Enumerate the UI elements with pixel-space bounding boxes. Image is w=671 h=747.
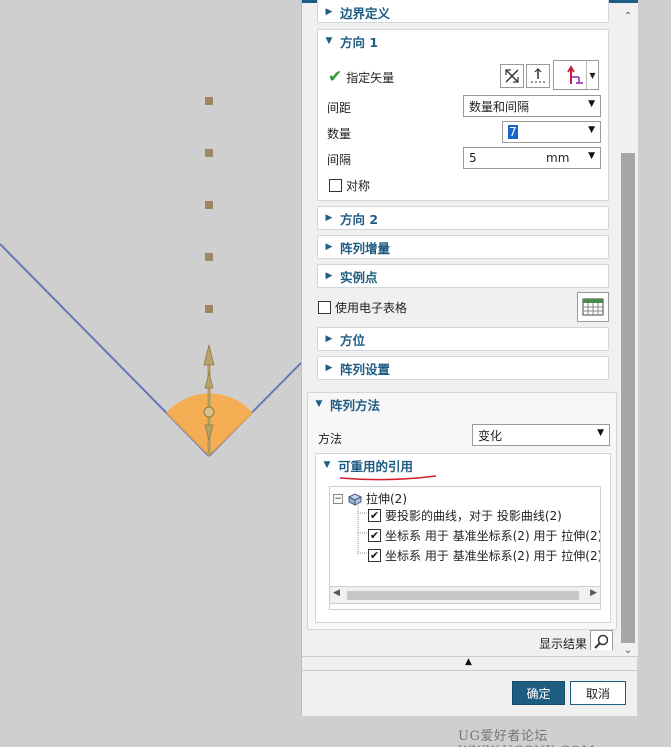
- group-title: 实例点: [340, 269, 378, 285]
- group-pattern-method: ▼ 阵列方法 方法 变化 ▼ ▼ 可重用的引用 − 拉伸(2) ✔ 要投影的曲线…: [307, 392, 617, 630]
- tree-item-label: 要投影的曲线，对于 投影曲线(2): [385, 509, 562, 523]
- vector-dialog-icon[interactable]: [526, 64, 550, 88]
- tree-item[interactable]: ✔ 坐标系 用于 基准坐标系(2) 用于 拉伸(2): [368, 547, 601, 564]
- check-mark-icon: ✔: [328, 67, 343, 87]
- ok-button[interactable]: 确定: [512, 681, 565, 705]
- chevron-down-icon: ▼: [588, 99, 595, 109]
- pattern-point-marker: [205, 253, 213, 261]
- tree-item-checkbox[interactable]: ✔: [368, 509, 381, 522]
- count-value: 7: [508, 125, 518, 139]
- pitch-unit: mm: [546, 151, 570, 165]
- caret-down-icon: ▼: [323, 460, 331, 470]
- tree-item[interactable]: ✔ 坐标系 用于 基准坐标系(2) 用于 拉伸(2): [368, 527, 601, 544]
- magnifier-icon[interactable]: [590, 630, 613, 650]
- spacing-select[interactable]: 数量和间隔 ▼: [463, 95, 601, 117]
- symmetric-row[interactable]: 对称: [329, 177, 370, 194]
- pitch-value: 5: [469, 151, 477, 165]
- tree-item-label: 坐标系 用于 基准坐标系(2) 用于 拉伸(2): [385, 549, 601, 563]
- specify-vector-label: 指定矢量: [346, 70, 395, 85]
- group-title: 阵列增量: [340, 240, 391, 256]
- group-instance-points[interactable]: ▶ 实例点: [317, 264, 609, 288]
- pattern-point-marker: [205, 201, 213, 209]
- group-title: 阵列方法: [330, 397, 381, 413]
- pitch-label: 间隔: [327, 153, 352, 167]
- group-pattern-increment[interactable]: ▶ 阵列增量: [317, 235, 609, 259]
- spacing-value: 数量和间隔: [469, 99, 530, 114]
- collapse-toggle-icon[interactable]: −: [333, 493, 343, 504]
- symmetric-checkbox[interactable]: [329, 179, 342, 192]
- tree-item-label: 坐标系 用于 基准坐标系(2) 用于 拉伸(2): [385, 529, 601, 543]
- red-underline-annotation: [339, 475, 437, 481]
- origin-handle[interactable]: [203, 406, 215, 418]
- chevron-down-icon: ▼: [597, 428, 604, 438]
- caret-right-icon: ▶: [325, 213, 333, 223]
- tree-item-checkbox[interactable]: ✔: [368, 529, 381, 542]
- tree-item-checkbox[interactable]: ✔: [368, 549, 381, 562]
- pattern-feature-dialog: ▶ 边界定义 ▼ 方向 1 ✔ 指定矢量 ▼ 间距 数量和间隔 ▼ 数量 7 ▼…: [301, 0, 638, 716]
- group-pattern-settings[interactable]: ▶ 阵列设置: [317, 356, 609, 380]
- use-spreadsheet-label: 使用电子表格: [335, 301, 408, 315]
- group-title: 方向 2: [340, 211, 379, 227]
- use-spreadsheet-checkbox[interactable]: [318, 301, 331, 314]
- group-title: 方向 1: [340, 34, 379, 50]
- group-header[interactable]: ▼ 阵列方法: [308, 393, 380, 415]
- group-direction-1: ▼ 方向 1 ✔ 指定矢量 ▼ 间距 数量和间隔 ▼ 数量 7 ▼ 间隔 5 m…: [317, 29, 609, 201]
- symmetric-label: 对称: [346, 179, 371, 193]
- method-value: 变化: [478, 428, 503, 443]
- scroll-left-icon[interactable]: ◀: [333, 588, 340, 598]
- group-direction-2[interactable]: ▶ 方向 2: [317, 206, 609, 230]
- chevron-down-icon: ▼: [588, 151, 595, 161]
- viewport-canvas: [0, 97, 301, 457]
- footer-divider: [302, 670, 638, 671]
- method-label: 方法: [318, 432, 343, 446]
- group-title: 边界定义: [340, 5, 391, 21]
- tree-horizontal-scrollbar[interactable]: ◀ ▶: [329, 586, 601, 604]
- group-title: 方位: [340, 332, 366, 348]
- caret-right-icon: ▶: [325, 242, 333, 252]
- specify-vector-row: ✔ 指定矢量: [328, 67, 394, 87]
- group-boundary-definition[interactable]: ▶ 边界定义: [317, 0, 609, 23]
- count-input[interactable]: 7 ▼: [502, 121, 601, 143]
- group-title: 阵列设置: [340, 361, 391, 377]
- group-orientation[interactable]: ▶ 方位: [317, 327, 609, 351]
- caret-right-icon: ▶: [325, 334, 333, 344]
- use-spreadsheet-row[interactable]: 使用电子表格: [318, 299, 407, 316]
- pattern-point-marker: [205, 149, 213, 157]
- forum-watermark: UG爱好者论坛 WWW.UGSNX.COM: [458, 729, 595, 747]
- pattern-point-marker: [205, 305, 213, 313]
- spacing-label: 间距: [327, 101, 352, 115]
- caret-right-icon: ▶: [325, 363, 333, 373]
- group-reusable-references: ▼ 可重用的引用 − 拉伸(2) ✔ 要投影的曲线，对于 投影曲线(2) ✔ 坐…: [315, 453, 611, 623]
- pitch-input[interactable]: 5 mm ▼: [463, 147, 601, 169]
- inferred-vector-icon[interactable]: [500, 64, 524, 88]
- caret-right-icon: ▶: [325, 271, 333, 281]
- pattern-point-marker: [205, 97, 213, 105]
- scroll-right-icon[interactable]: ▶: [590, 588, 597, 598]
- show-result-label: 显示结果: [539, 637, 588, 650]
- tree-root-item[interactable]: − 拉伸(2): [333, 490, 407, 507]
- group-header[interactable]: ▼ 方向 1: [318, 30, 379, 52]
- dialog-vertical-scrollbar[interactable]: ⌃ ⌄: [618, 3, 638, 658]
- caret-right-icon: ▶: [325, 7, 333, 17]
- tree-item[interactable]: ✔ 要投影的曲线，对于 投影曲线(2): [368, 507, 562, 524]
- chevron-down-icon[interactable]: ▼: [586, 61, 598, 89]
- chevron-down-icon: ▼: [588, 125, 595, 135]
- direction-arrow-head-icon[interactable]: [203, 344, 215, 366]
- direction-arrow-head-icon[interactable]: [204, 371, 214, 389]
- count-label: 数量: [327, 127, 352, 141]
- dialog-scroll-area: ▶ 边界定义 ▼ 方向 1 ✔ 指定矢量 ▼ 间距 数量和间隔 ▼ 数量 7 ▼…: [302, 0, 618, 650]
- caret-down-icon: ▼: [315, 399, 323, 409]
- tree-connector-lines: [357, 503, 368, 555]
- graphics-viewport[interactable]: [0, 0, 301, 747]
- scroll-thumb[interactable]: [347, 591, 579, 600]
- expand-up-icon[interactable]: ▲: [465, 657, 472, 667]
- method-select[interactable]: 变化 ▼: [472, 424, 610, 446]
- caret-down-icon: ▼: [325, 36, 333, 46]
- scroll-thumb[interactable]: [621, 153, 635, 643]
- reverse-direction-icon[interactable]: ▼: [553, 60, 599, 90]
- scroll-up-icon[interactable]: ⌃: [618, 9, 638, 25]
- tree-root-label: 拉伸(2): [366, 492, 407, 506]
- spreadsheet-icon[interactable]: [577, 292, 609, 322]
- cancel-button[interactable]: 取消: [570, 681, 626, 705]
